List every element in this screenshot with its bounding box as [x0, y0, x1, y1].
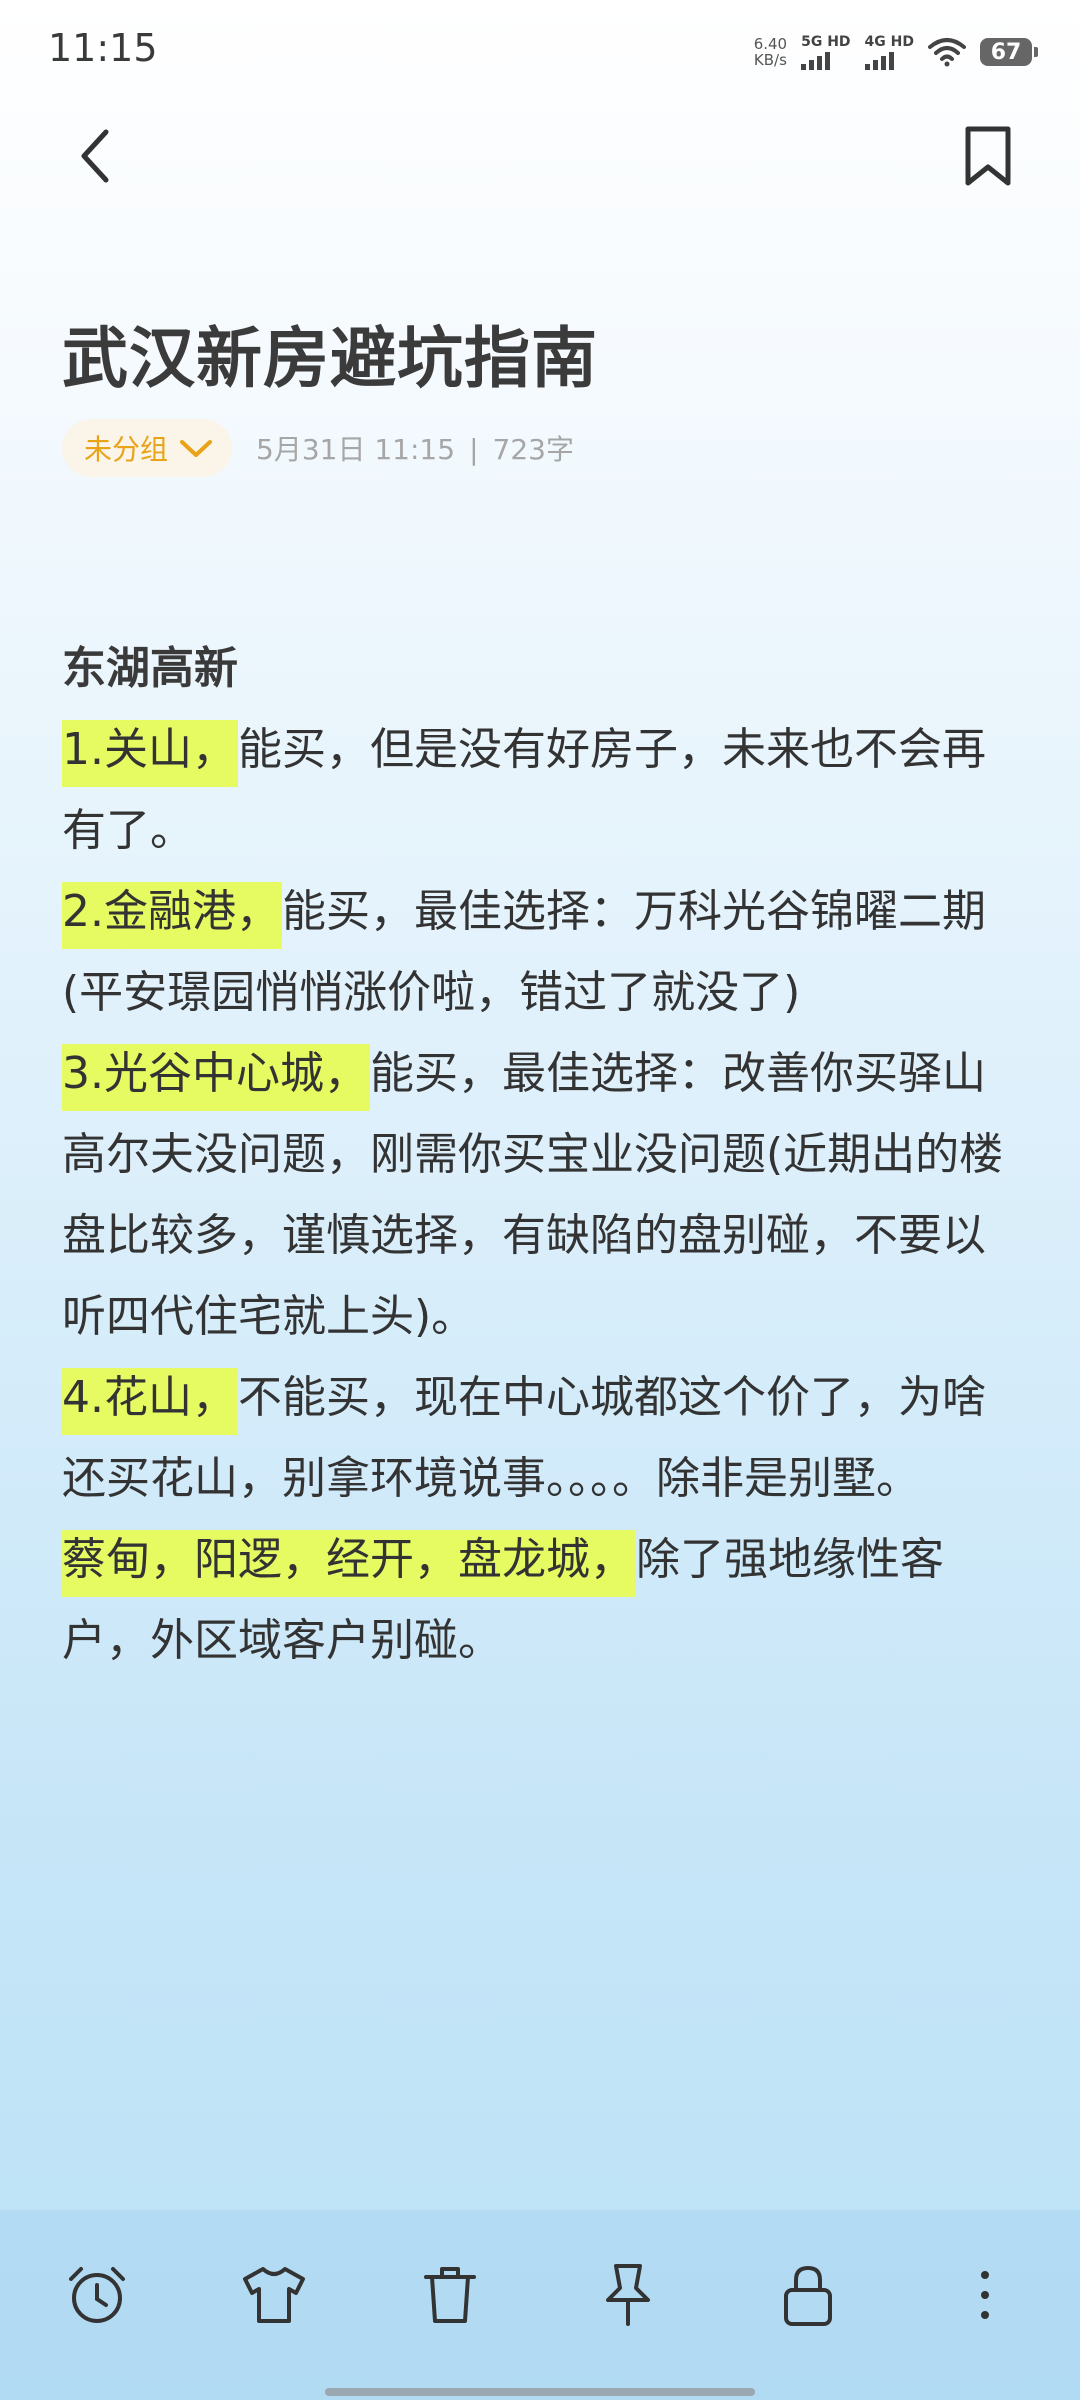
status-indicators: 6.40 KB/s 5G HD 4G HD 67 [754, 30, 1038, 74]
battery-indicator: 67 [980, 38, 1038, 66]
signal-4g-label: 4G HD [864, 33, 914, 50]
lock-button[interactable] [768, 2255, 848, 2335]
note-title[interactable]: 武汉新房避坑指南 [62, 305, 598, 401]
highlighted-text: 1.关山， [62, 720, 238, 787]
home-indicator[interactable] [325, 2388, 755, 2396]
signal-bars-icon [801, 51, 831, 70]
signal-5g-label: 5G HD [801, 33, 851, 50]
signal-bars-icon [864, 51, 894, 70]
note-body[interactable]: 东湖高新 1.关山，能买，但是没有好房子，未来也不会再有了。 2.金融港，能买，… [62, 628, 1022, 1681]
chevron-left-icon [81, 129, 109, 183]
highlighted-text: 4.花山， [62, 1368, 238, 1435]
shirt-icon [243, 2267, 305, 2323]
list-item: 3.光谷中心城，能买，最佳选择：改善你买驿山高尔夫没问题，刚需你买宝业没问题(近… [62, 1033, 1022, 1357]
network-speed-value: 6.40 [753, 35, 788, 53]
list-item: 4.花山，不能买，现在中心城都这个价了，为啥还买花山，别拿环境说事。。。。除非是… [62, 1357, 1022, 1519]
chevron-down-icon [180, 440, 213, 457]
reminder-button[interactable] [57, 2255, 137, 2335]
highlighted-text: 蔡甸，阳逻，经开，盘龙城， [62, 1530, 636, 1597]
highlighted-text: 3.光谷中心城， [62, 1044, 370, 1111]
status-time: 11:15 [48, 26, 158, 70]
pin-button[interactable] [588, 2255, 668, 2335]
group-selector[interactable]: 未分组 [62, 419, 233, 477]
list-item: 1.关山，能买，但是没有好房子，未来也不会再有了。 [62, 709, 1022, 871]
note-meta: 未分组 5月31日 11:15 | 723字 [62, 418, 574, 478]
pin-icon [606, 2264, 650, 2326]
back-button[interactable] [60, 120, 132, 192]
note-info: 5月31日 11:15 | 723字 [256, 428, 574, 468]
status-bar: 11:15 6.40 KB/s 5G HD 4G HD 67 [0, 0, 1080, 100]
network-speed: 6.40 KB/s [754, 36, 787, 68]
alarm-clock-icon [69, 2267, 125, 2323]
bookmark-button[interactable] [948, 116, 1028, 196]
list-item: 2.金融港，能买，最佳选择：万科光谷锦曜二期(平安璟园悄悄涨价啦，错过了就没了) [62, 871, 1022, 1033]
note-datetime: 5月31日 11:15 [256, 433, 456, 466]
trash-icon [424, 2267, 476, 2323]
theme-button[interactable] [234, 2255, 314, 2335]
bottom-toolbar [0, 2210, 1080, 2400]
word-count: 723字 [492, 433, 574, 466]
signal-5g: 5G HD [801, 33, 851, 70]
highlighted-text: 2.金融港， [62, 882, 282, 949]
meta-separator: | [469, 433, 479, 466]
section-heading: 东湖高新 [62, 643, 238, 694]
more-vertical-icon [981, 2271, 989, 2319]
lock-icon [784, 2265, 832, 2326]
network-speed-unit: KB/s [753, 51, 787, 69]
top-app-bar [0, 110, 1080, 200]
battery-level: 67 [990, 39, 1022, 65]
group-label: 未分组 [84, 433, 169, 466]
delete-button[interactable] [410, 2255, 490, 2335]
bookmark-icon [965, 126, 1011, 186]
signal-4g: 4G HD [864, 33, 914, 70]
wifi-icon [928, 38, 966, 67]
list-item: 蔡甸，阳逻，经开，盘龙城，除了强地缘性客户，外区域客户别碰。 [62, 1519, 1022, 1681]
more-button[interactable] [945, 2255, 1025, 2335]
